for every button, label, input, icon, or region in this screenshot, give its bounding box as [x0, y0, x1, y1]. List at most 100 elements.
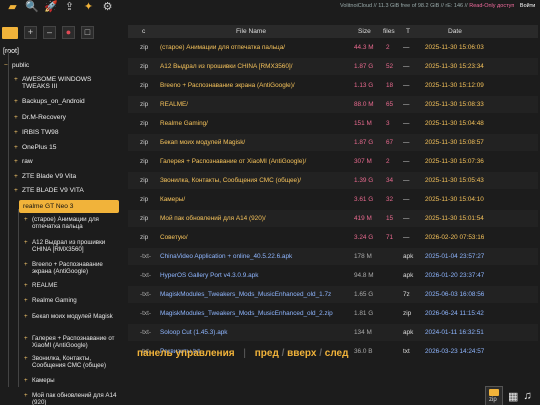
expand-button[interactable]: +	[24, 26, 37, 39]
broom-icon[interactable]: ✦	[82, 1, 95, 14]
cell-ext: zip	[140, 215, 149, 222]
cell-ext: -txt-	[140, 291, 152, 298]
table-row[interactable]: -txt- ChinaVideo Application + online_40.…	[128, 248, 538, 265]
cell-name[interactable]: Звонилка, Контакты, Сообщения СМС (общее…	[160, 177, 301, 184]
table-row[interactable]: -txt- MagiskModules_Tweakers_Mods_MusicEn…	[128, 305, 538, 322]
table-row[interactable]: zip Breeno + Распознавание экрана (AntiGo…	[128, 77, 538, 94]
table-row[interactable]: -txt- MagiskModules_Tweakers_Mods_MusicEn…	[128, 286, 538, 303]
cell-type: —	[403, 177, 410, 184]
sidebar-item-zte-vita[interactable]: + ZTE Blade V9 Vita	[14, 173, 76, 180]
sidebar-subitem[interactable]: + A12 Выдрал из прошивки CHINA [RMX3560]	[24, 239, 120, 253]
cell-name[interactable]: MagiskModules_Tweakers_Mods_MusicEnhance…	[160, 291, 331, 298]
col-type[interactable]: T	[406, 28, 410, 35]
col-date[interactable]: Date	[448, 28, 462, 35]
collapse-button[interactable]: –	[43, 26, 56, 39]
cell-type: —	[403, 82, 410, 89]
up-link[interactable]: вверх	[287, 348, 316, 359]
window-button[interactable]: □	[81, 26, 94, 39]
sidebar-item-raw[interactable]: + raw	[14, 158, 33, 165]
cell-date: 2025-11-30 15:05:43	[425, 177, 484, 184]
grid-view-icon[interactable]: ▦	[508, 390, 518, 403]
cell-name[interactable]: Realme Gaming/	[160, 120, 208, 127]
sidebar-item-realme-gt-neo3[interactable]: realme GT Neo 3	[19, 200, 119, 213]
col-files[interactable]: files	[383, 28, 395, 35]
table-row[interactable]: zip (старое) Анимации для отпечатка пальц…	[128, 39, 538, 56]
cell-name[interactable]: HyperOS Gallery Port v4.3.0.9.apk	[160, 272, 258, 279]
music-icon[interactable]: ♫	[523, 390, 531, 402]
table-row[interactable]: -txt- Soloop Cut (1.45.3).apk 134 M apk 2024…	[128, 324, 538, 341]
sidebar-subitem[interactable]: + Realme Gaming	[24, 297, 77, 304]
cell-files: 2	[386, 44, 390, 51]
record-button[interactable]: ●	[62, 26, 75, 39]
cell-type: 7z	[403, 291, 410, 298]
search-icon[interactable]: 🔍	[25, 1, 39, 14]
table-row[interactable]: zip REALME/88.0 M 65 — 2025-11-30 15:08:33	[128, 96, 538, 113]
table-row[interactable]: zip Realme Gaming/151 M 3 — 2025-11-30 15:04…	[128, 115, 538, 132]
sidebar-item-public[interactable]: − public	[4, 62, 29, 69]
col-ext[interactable]: c	[142, 28, 145, 35]
sidebar-subitem[interactable]: + Галерея + Распознавание от XiaoMI (Anti…	[24, 335, 120, 349]
cell-name[interactable]: Breeno + Распознавание экрана (AntiGoogl…	[160, 82, 295, 89]
cell-size: 134 M	[354, 329, 372, 336]
prev-link[interactable]: пред	[255, 348, 279, 359]
next-link[interactable]: след	[325, 348, 349, 359]
sidebar-item-drm[interactable]: + Dr.M-Recovery	[14, 114, 66, 121]
folder-icon[interactable]: ▰	[6, 1, 19, 14]
cell-ext: -txt-	[140, 253, 152, 260]
table-row[interactable]: zip A12 Выдрал из прошивки CHINA [RMX3560…	[128, 58, 538, 75]
rocket-icon[interactable]: 🚀	[44, 1, 58, 14]
sidebar-subitem[interactable]: + Камеры	[24, 377, 55, 384]
tree-root[interactable]: [root]	[3, 48, 19, 55]
login-link[interactable]: Войти	[520, 3, 535, 9]
table-row[interactable]: zip Галерея + Распознавание от XiaoMI (An…	[128, 153, 538, 170]
plus-icon: +	[14, 144, 18, 151]
zip-button[interactable]: zip	[485, 386, 503, 405]
table-row[interactable]: zip Советую/3.24 G 71 — 2026-02-20 07:53:16	[128, 229, 538, 246]
table-row[interactable]: zip Мой пак обновлений для A14 (920)/ 419 …	[128, 210, 538, 227]
cell-name[interactable]: ChinaVideo Application + online_40.5.22.…	[160, 253, 292, 260]
cell-ext: zip	[140, 44, 149, 51]
sidebar-item-awesome[interactable]: + AWESOME WINDOWS TWEAKS III	[14, 76, 112, 90]
cell-files: 32	[386, 196, 394, 203]
sidebar-item-backups[interactable]: + Backups_on_Android	[14, 98, 85, 105]
sidebar-subitem[interactable]: + Бекап моих модулей Magisk	[24, 313, 120, 320]
col-size[interactable]: Size	[358, 28, 371, 35]
table-row[interactable]: -txt- HyperOS Gallery Port v4.3.0.9.apk 94…	[128, 267, 538, 284]
cell-name[interactable]: (старое) Анимации для отпечатка пальца/	[160, 44, 285, 51]
sidebar-item-irbis[interactable]: + IRBIS TW98	[14, 129, 59, 136]
cell-name[interactable]: Бекап моих модулей Magisk/	[160, 139, 245, 146]
cell-size: 1.13 G	[354, 82, 374, 89]
cell-name[interactable]: MagiskModules_Tweakers_Mods_MusicEnhance…	[160, 310, 333, 317]
cell-date: 2025-06-03 16:08:56	[425, 291, 485, 298]
cell-name[interactable]: Галерея + Распознавание от XiaoMI (AntiG…	[160, 158, 306, 165]
readonly-link[interactable]: Read-Only доступ	[469, 3, 514, 9]
folder-icon[interactable]	[2, 26, 18, 39]
sidebar-subitem[interactable]: + Breeno + Распознавание экрана (AntiGoog…	[24, 261, 120, 275]
cell-files: 71	[386, 234, 394, 241]
sidebar-item-oneplus[interactable]: + OnePlus 15	[14, 144, 56, 151]
cell-name[interactable]: Soloop Cut (1.45.3).apk	[160, 329, 228, 336]
table-row[interactable]: zip Камеры/3.61 G 32 — 2025-11-30 15:04:10	[128, 191, 538, 208]
cell-type: —	[403, 44, 410, 51]
upload-icon[interactable]: ⇪	[63, 1, 76, 14]
cell-date: 2025-11-30 15:08:33	[425, 101, 484, 108]
sidebar-item-zte-vita-upper[interactable]: + ZTE BLADE V9 VITA	[14, 187, 84, 194]
table-row[interactable]: zip Звонилка, Контакты, Сообщения СМС (об…	[128, 172, 538, 189]
cell-name[interactable]: REALME/	[160, 101, 188, 108]
sidebar-subitem[interactable]: + REALME	[24, 282, 57, 289]
sidebar-subitem[interactable]: + (старое) Анимации для отпечатка пальца	[24, 216, 120, 230]
cell-name[interactable]: Советую/	[160, 234, 188, 241]
minus-icon: −	[4, 62, 8, 69]
cell-name[interactable]: A12 Выдрал из прошивки CHINA [RMX3560]/	[160, 63, 292, 70]
cell-name[interactable]: Камеры/	[160, 196, 185, 203]
cell-name[interactable]: Мой пак обновлений для A14 (920)/	[160, 215, 266, 222]
table-row[interactable]: zip Бекап моих модулей Magisk/1.87 G 67 — 20…	[128, 134, 538, 151]
col-name[interactable]: File Name	[236, 28, 266, 35]
sidebar-subitem[interactable]: + Мой пак обновлений для A14 (920)	[24, 392, 120, 405]
plus-icon: +	[24, 239, 28, 246]
control-panel-link[interactable]: панель управления	[137, 348, 235, 359]
gear-icon[interactable]: ⚙	[101, 1, 114, 14]
plus-icon: +	[14, 187, 18, 194]
sidebar-subitem[interactable]: + Звонилка, Контакты, Сообщения СМС (обще…	[24, 355, 120, 369]
cell-date: 2025-11-30 15:06:03	[425, 44, 484, 51]
